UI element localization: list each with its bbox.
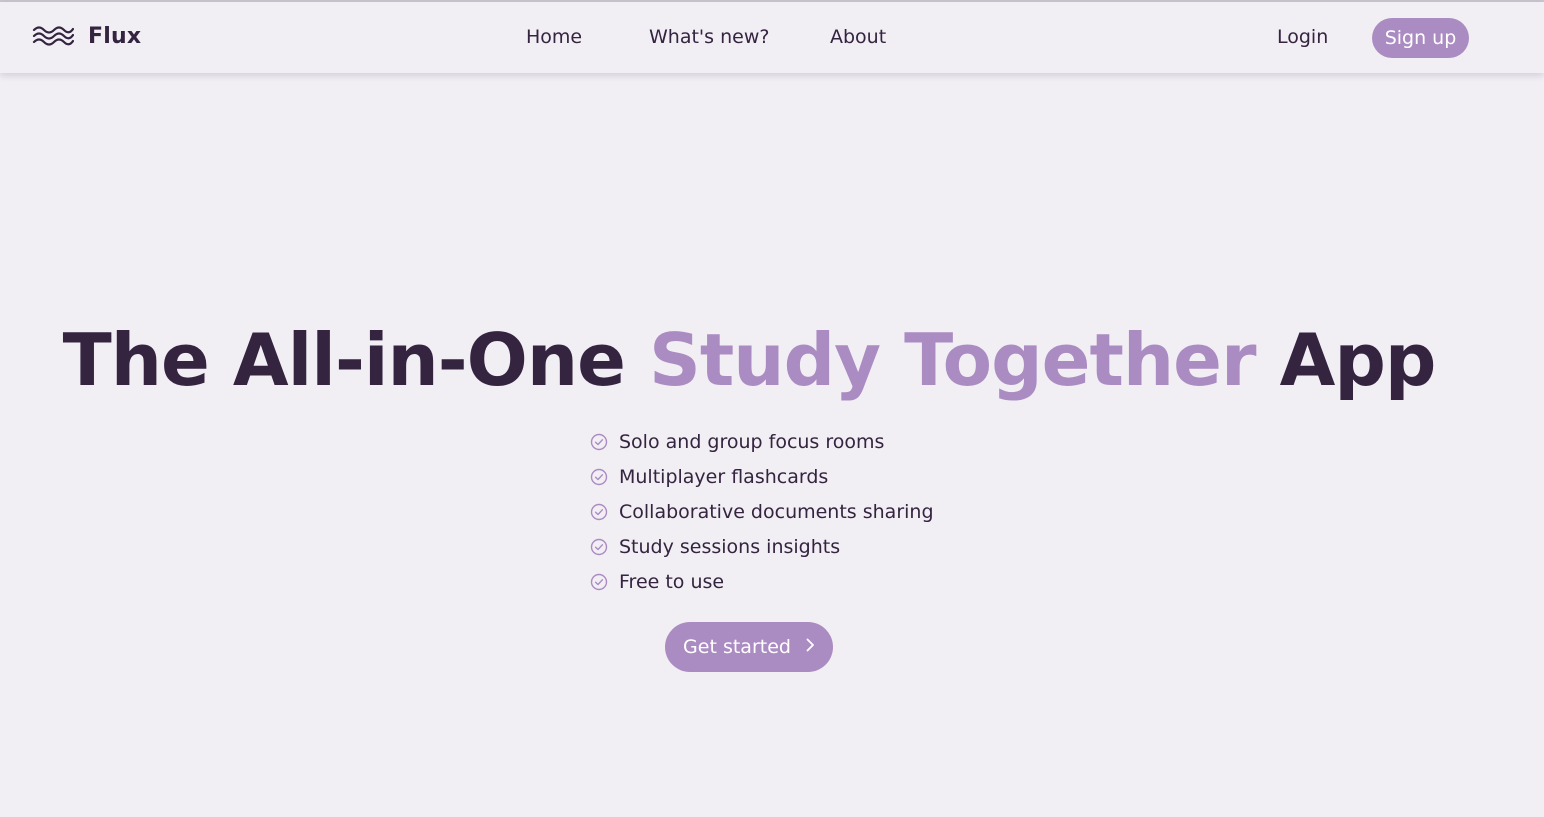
feature-list: Solo and group focus rooms Multiplayer f… (590, 424, 934, 599)
nav-about-link[interactable]: About (830, 26, 886, 48)
nav-home-link[interactable]: Home (526, 26, 582, 48)
chevron-right-icon (805, 636, 815, 658)
feature-item: Free to use (590, 564, 934, 599)
feature-label: Study sessions insights (619, 535, 841, 558)
check-circle-icon (590, 538, 608, 556)
feature-item: Multiplayer flashcards (590, 459, 934, 494)
feature-label: Free to use (619, 570, 725, 593)
get-started-button[interactable]: Get started (665, 622, 833, 672)
feature-item: Study sessions insights (590, 529, 934, 564)
feature-label: Solo and group focus rooms (619, 430, 885, 453)
hero-title-start: The All-in-One (62, 318, 626, 402)
feature-label: Multiplayer flashcards (619, 465, 829, 488)
nav-whats-new-link[interactable]: What's new? (649, 26, 769, 48)
feature-label: Collaborative documents sharing (619, 500, 934, 523)
check-circle-icon (590, 573, 608, 591)
signup-button[interactable]: Sign up (1372, 18, 1469, 58)
check-circle-icon (590, 468, 608, 486)
hero-title-accent: Study Together (649, 318, 1256, 402)
check-circle-icon (590, 433, 608, 451)
hero-title-end: App (1279, 318, 1437, 402)
login-link[interactable]: Login (1277, 26, 1328, 48)
feature-item: Collaborative documents sharing (590, 494, 934, 529)
get-started-label: Get started (683, 636, 791, 658)
check-circle-icon (590, 503, 608, 521)
hero-title: The All-in-One Study Together App (0, 318, 1498, 402)
feature-item: Solo and group focus rooms (590, 424, 934, 459)
top-navbar: Flux Home What's new? About Login Sign u… (0, 2, 1544, 73)
